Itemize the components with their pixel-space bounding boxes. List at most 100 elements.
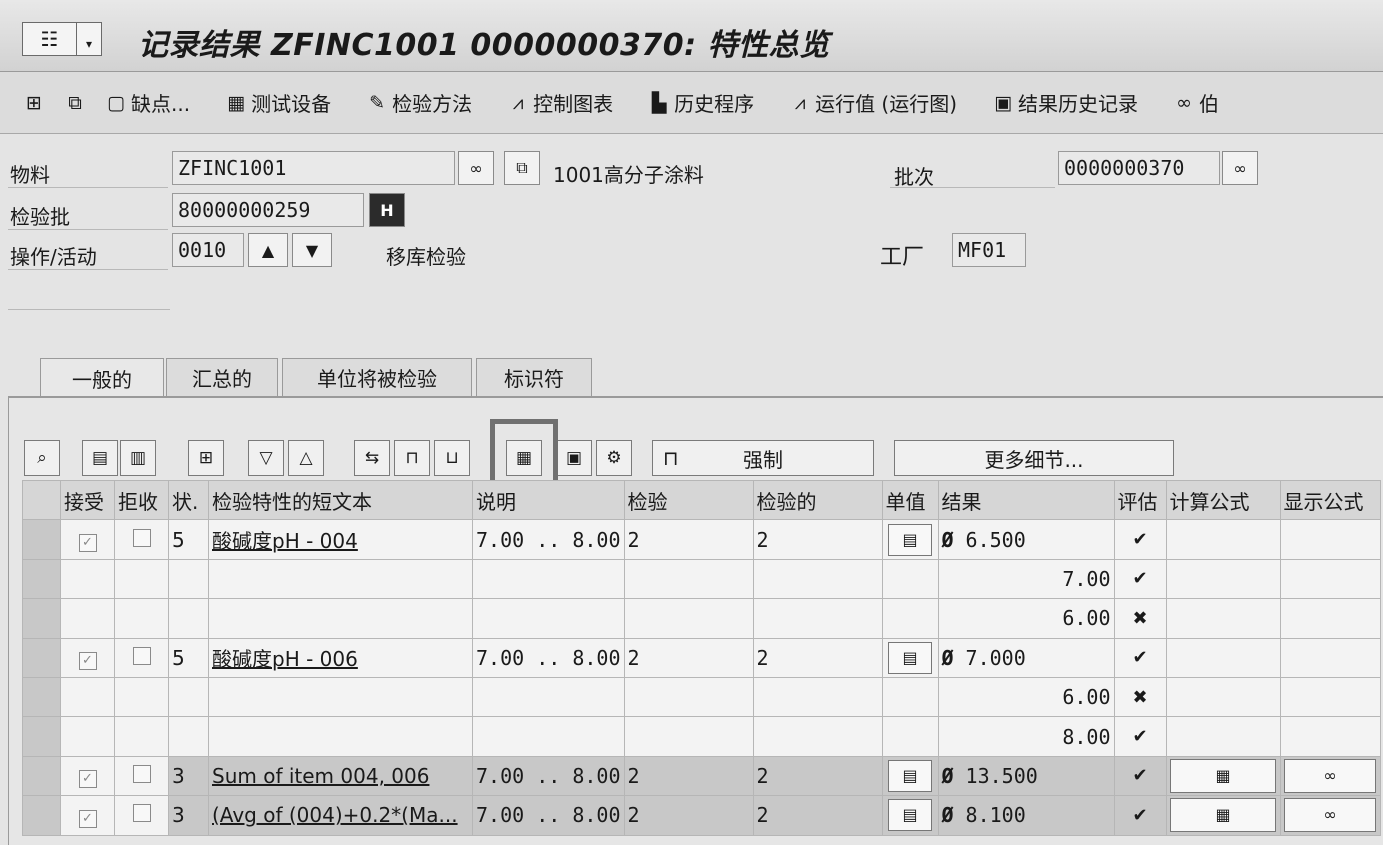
show-formula-cell[interactable]: ∞ — [1279, 755, 1381, 797]
characteristic-text[interactable]: 酸碱度pH - 004 — [208, 519, 473, 560]
column-header[interactable]: 说明 — [472, 479, 625, 521]
table-row[interactable]: 6.00 ✖ — [22, 598, 1381, 639]
calendar-button[interactable]: ▣ — [556, 440, 592, 476]
characteristic-text[interactable] — [208, 598, 473, 639]
result-cell[interactable]: 6.00 — [937, 598, 1115, 639]
reject-cell[interactable] — [114, 519, 169, 560]
table-row[interactable]: 7.00 ✔ — [22, 558, 1381, 600]
characteristic-link[interactable]: 酸碱度pH - 006 — [212, 647, 358, 671]
hierarchy-button[interactable]: ⊞ — [22, 92, 49, 114]
control-chart-button[interactable]: ⩘ 控制图表 — [506, 88, 613, 117]
inspection-lot-field[interactable]: 80000000259 — [172, 193, 364, 227]
reject-checkbox[interactable] — [132, 764, 151, 783]
info-button[interactable]: H — [369, 193, 405, 227]
show-formula-button[interactable]: ∞ — [1284, 798, 1376, 833]
table-row[interactable]: ✓ 3 (Avg of (004)+0.2*(Ma... 7.00 .. 8.00 2 2… — [22, 795, 1381, 836]
table-row[interactable]: 6.00 ✖ — [22, 676, 1381, 718]
history-program-button[interactable]: ▙ 历史程序 — [647, 88, 754, 117]
sort-ascending-button[interactable]: △ — [288, 440, 324, 476]
calculate-formula-button[interactable]: ▦ — [1170, 758, 1276, 793]
single-value-cell[interactable]: ▤ — [881, 519, 939, 560]
table-row[interactable]: ✓ 5 酸碱度pH - 004 7.00 .. 8.00 2 2 ▤ Ø 6.500 ✔ — [22, 519, 1381, 560]
accept-checkbox[interactable]: ✓ — [78, 809, 97, 828]
result-cell[interactable]: Ø 7.000 — [937, 637, 1115, 678]
add-row-button[interactable]: ⊞ — [188, 440, 224, 476]
column-header[interactable]: 结果 — [937, 479, 1115, 521]
row-selector[interactable] — [22, 755, 61, 797]
single-value-cell[interactable]: ▤ — [881, 637, 939, 678]
accept-checkbox[interactable]: ✓ — [78, 770, 97, 789]
accept-checkbox[interactable]: ✓ — [78, 534, 97, 553]
defects-button[interactable]: ▢ 缺点... — [104, 88, 190, 117]
show-formula-button[interactable]: ∞ — [1284, 758, 1376, 793]
row-selector[interactable] — [22, 558, 61, 600]
settings-button[interactable]: ⚙ — [596, 440, 632, 476]
result-cell[interactable]: Ø 13.500 — [937, 755, 1115, 797]
row-selector[interactable] — [22, 598, 61, 639]
select-all-button[interactable]: ▤ — [82, 440, 118, 476]
accept-checkbox[interactable]: ✓ — [78, 652, 97, 671]
row-selector[interactable] — [22, 716, 61, 757]
single-value-button[interactable]: ▤ — [888, 641, 932, 674]
column-header[interactable]: 检验特性的短文本 — [208, 479, 473, 521]
lot-field[interactable]: 0000000370 — [1058, 151, 1220, 185]
characteristic-link[interactable]: Sum of item 004, 006 — [212, 764, 429, 788]
accept-cell[interactable]: ✓ — [60, 519, 115, 560]
accept-cell[interactable]: ✓ — [60, 755, 115, 797]
single-value-cell[interactable]: ▤ — [881, 795, 939, 836]
characteristic-text[interactable] — [208, 716, 473, 757]
copy-button[interactable]: ⧉ — [63, 92, 90, 114]
row-selector[interactable] — [22, 795, 61, 836]
formula-cell[interactable]: ▦ — [1165, 795, 1281, 836]
material-field[interactable]: ZFINC1001 — [172, 151, 455, 185]
single-value-button[interactable]: ▤ — [888, 799, 932, 832]
characteristic-link[interactable]: 酸碱度pH - 004 — [212, 529, 358, 553]
formula-cell[interactable]: ▦ — [1165, 755, 1281, 797]
deselect-all-button[interactable]: ▥ — [120, 440, 156, 476]
row-selector[interactable] — [22, 519, 61, 560]
characteristic-text[interactable] — [208, 676, 473, 718]
show-formula-cell[interactable]: ∞ — [1279, 795, 1381, 836]
table-row[interactable]: ✓ 5 酸碱度pH - 006 7.00 .. 8.00 2 2 ▤ Ø 7.000 ✔ — [22, 637, 1381, 678]
result-cell[interactable]: 7.00 — [937, 558, 1115, 600]
accept-cell[interactable]: ✓ — [60, 795, 115, 836]
accept-cell[interactable] — [60, 558, 115, 600]
column-header[interactable]: 状. — [168, 479, 209, 521]
more-details-button[interactable]: 更多细节... — [894, 440, 1174, 476]
result-cell[interactable]: 6.00 — [937, 676, 1115, 718]
accept-cell[interactable] — [60, 676, 115, 718]
table-row[interactable]: ✓ 3 Sum of item 004, 006 7.00 .. 8.00 2 2 ▤ Ø 13… — [22, 755, 1381, 797]
row-selector[interactable] — [22, 676, 61, 718]
material-copy-button[interactable]: ⧉ — [504, 151, 540, 185]
column-header[interactable]: 拒收 — [114, 479, 169, 521]
sort-descending-button[interactable]: ▽ — [248, 440, 284, 476]
test-equipment-button[interactable]: ▦ 测试设备 — [224, 88, 331, 117]
column-header[interactable]: 评估 — [1113, 479, 1167, 521]
reject-cell[interactable] — [114, 676, 169, 718]
force-button[interactable]: ⊓ 强制 — [652, 440, 874, 476]
column-header[interactable]: 接受 — [60, 479, 115, 521]
characteristic-text[interactable] — [208, 558, 473, 600]
result-cell[interactable]: 8.00 — [937, 716, 1115, 757]
reject-checkbox[interactable] — [132, 528, 151, 547]
result-history-button[interactable]: ▣ 结果历史记录 — [991, 88, 1138, 117]
accept-cell[interactable] — [60, 598, 115, 639]
system-menu-button[interactable]: ☷ ▾ — [22, 22, 102, 56]
inspection-method-button[interactable]: ✎ 检验方法 — [365, 88, 472, 117]
reject-cell[interactable] — [114, 598, 169, 639]
previous-operation-button[interactable]: ▲ — [248, 233, 288, 267]
lock-button[interactable]: ⊓ — [394, 440, 430, 476]
table-row[interactable]: 8.00 ✔ — [22, 716, 1381, 757]
calculate-formula-button[interactable]: ▦ — [1170, 798, 1276, 833]
column-header[interactable]: 检验的 — [752, 479, 883, 521]
single-value-button[interactable]: ▤ — [888, 759, 932, 792]
single-value-cell[interactable]: ▤ — [881, 755, 939, 797]
characteristic-link[interactable]: (Avg of (004)+0.2*(Ma... — [212, 803, 458, 827]
reject-cell[interactable] — [114, 558, 169, 600]
characteristic-text[interactable]: (Avg of (004)+0.2*(Ma... — [208, 795, 473, 836]
unlock-button[interactable]: ⊔ — [434, 440, 470, 476]
operation-field[interactable]: 0010 — [172, 233, 244, 267]
tab-general[interactable]: 一般的 — [40, 358, 164, 398]
result-cell[interactable]: Ø 8.100 — [937, 795, 1115, 836]
material-display-button[interactable]: ∞ — [458, 151, 494, 185]
